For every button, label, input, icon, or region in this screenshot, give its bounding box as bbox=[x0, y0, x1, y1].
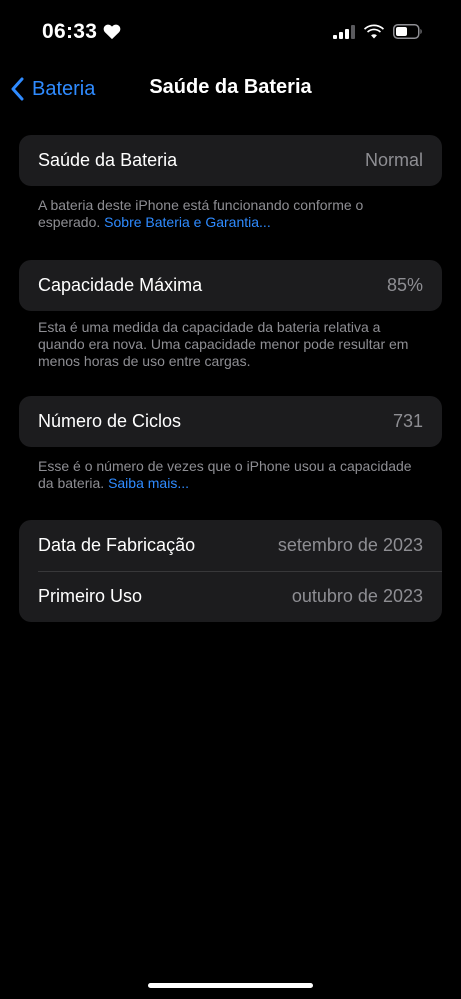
battery-health-footer: A bateria deste iPhone está funcionando … bbox=[38, 197, 424, 231]
cycle-count-footer-text: Esse é o número de vezes que o iPhone us… bbox=[38, 458, 412, 491]
cycle-count-group: Número de Ciclos 731 bbox=[19, 396, 442, 447]
first-use-label: Primeiro Uso bbox=[38, 586, 143, 606]
first-use-row: Primeiro Uso outubro de 2023 bbox=[19, 571, 442, 622]
cycle-count-row: Número de Ciclos 731 bbox=[19, 396, 442, 447]
heart-icon bbox=[103, 24, 121, 40]
maximum-capacity-label: Capacidade Máxima bbox=[38, 275, 203, 295]
maximum-capacity-row: Capacidade Máxima 85% bbox=[19, 260, 442, 311]
battery-warranty-link[interactable]: Sobre Bateria e Garantia... bbox=[104, 214, 271, 230]
navigation-bar: Bateria Saúde da Bateria bbox=[0, 66, 461, 112]
maximum-capacity-footer: Esta é uma medida da capacidade da bater… bbox=[38, 319, 409, 369]
battery-icon bbox=[393, 24, 422, 39]
learn-more-link[interactable]: Saiba mais... bbox=[108, 475, 189, 491]
wifi-icon bbox=[364, 24, 384, 39]
status-indicators bbox=[333, 24, 423, 39]
status-time: 06:33 bbox=[42, 20, 98, 43]
status-time-group: 06:33 bbox=[42, 20, 121, 44]
first-use-value: outubro de 2023 bbox=[291, 586, 423, 606]
page-title: Saúde da Bateria bbox=[149, 76, 312, 98]
battery-health-label: Saúde da Bateria bbox=[38, 150, 178, 170]
manufacture-date-label: Data de Fabricação bbox=[38, 535, 196, 555]
maximum-capacity-group: Capacidade Máxima 85% bbox=[19, 260, 442, 311]
signal-icon bbox=[333, 24, 355, 39]
status-bar: 06:33 bbox=[0, 0, 461, 66]
battery-health-value: Normal bbox=[364, 150, 423, 170]
cycle-count-value: 731 bbox=[392, 411, 423, 431]
cycle-count-footer: Esse é o número de vezes que o iPhone us… bbox=[38, 458, 424, 492]
home-indicator[interactable] bbox=[148, 983, 313, 988]
maximum-capacity-value: 85% bbox=[386, 275, 423, 295]
manufacture-date-row: Data de Fabricação setembro de 2023 bbox=[19, 520, 442, 571]
manufacture-date-value: setembro de 2023 bbox=[277, 535, 423, 555]
dates-group: Data de Fabricação setembro de 2023 Prim… bbox=[19, 520, 442, 622]
battery-health-group: Saúde da Bateria Normal bbox=[19, 135, 442, 186]
cycle-count-label: Número de Ciclos bbox=[38, 411, 182, 431]
battery-health-row: Saúde da Bateria Normal bbox=[19, 135, 442, 186]
